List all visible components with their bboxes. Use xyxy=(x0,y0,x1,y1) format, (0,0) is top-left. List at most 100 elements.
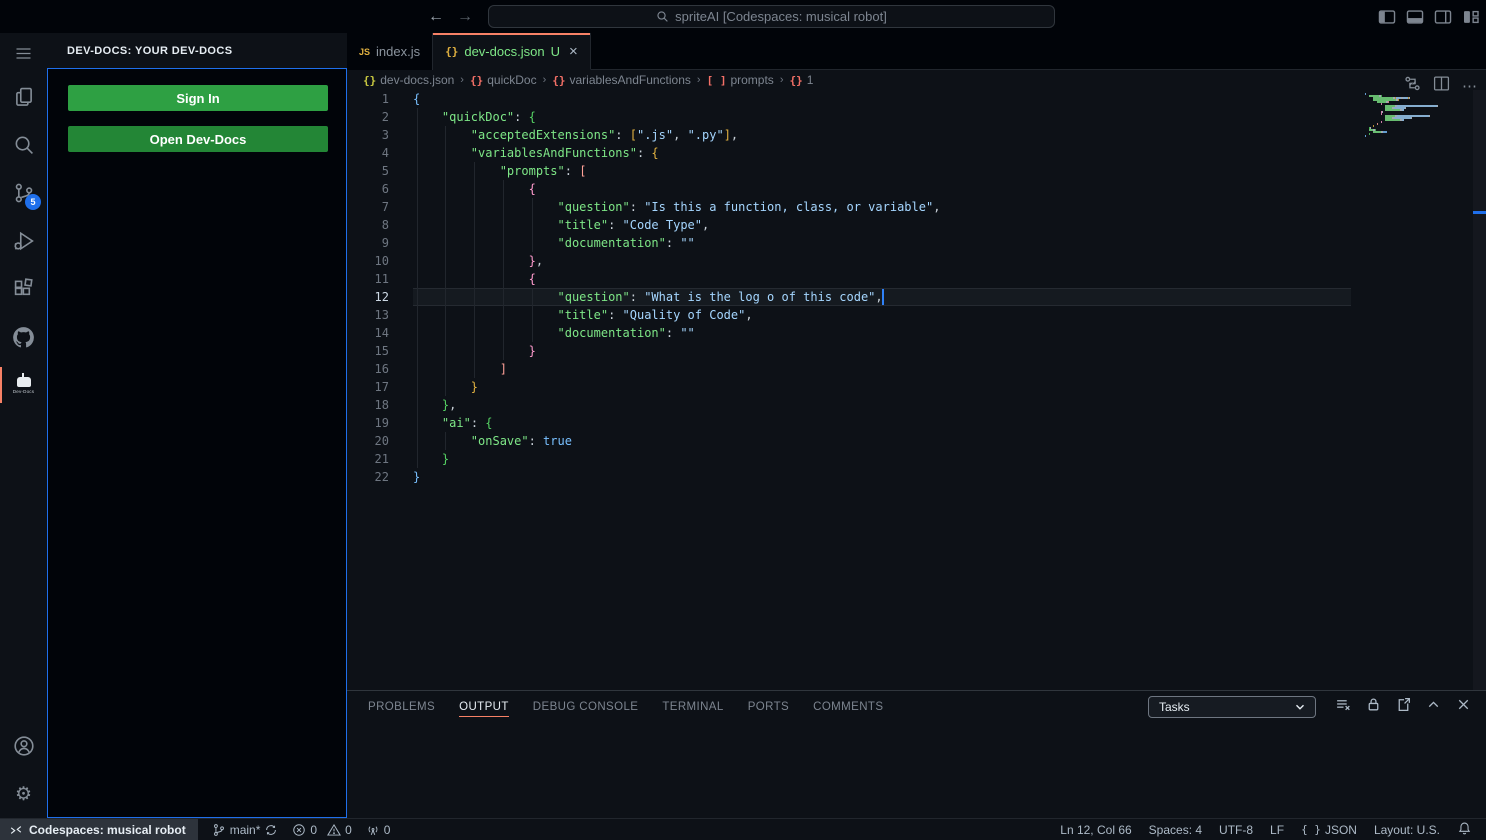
code-line-5[interactable]: 5 "prompts": [ xyxy=(347,162,1486,180)
navigate-forward-icon[interactable]: → xyxy=(457,8,473,26)
accounts-icon[interactable] xyxy=(0,722,47,770)
open-dev-docs-button[interactable]: Open Dev-Docs xyxy=(68,126,328,152)
explorer-icon[interactable] xyxy=(0,73,47,121)
lock-scroll-icon[interactable] xyxy=(1365,696,1382,718)
panel-tab-problems[interactable]: PROBLEMS xyxy=(368,698,435,716)
toggle-sidebar-icon[interactable] xyxy=(1377,9,1396,25)
line-number[interactable]: 2 xyxy=(347,108,389,126)
github-icon[interactable] xyxy=(0,313,47,361)
search-icon[interactable] xyxy=(0,121,47,169)
code-line-4[interactable]: 4 "variablesAndFunctions": { xyxy=(347,144,1486,162)
code-line-16[interactable]: 16 ] xyxy=(347,360,1486,378)
line-number[interactable]: 10 xyxy=(347,252,389,270)
ports-status[interactable]: 0 xyxy=(366,823,391,837)
notifications-bell-icon[interactable] xyxy=(1457,821,1472,839)
breadcrumb-item[interactable]: {}variablesAndFunctions xyxy=(552,73,691,87)
command-center-search[interactable]: spriteAI [Codespaces: musical robot] xyxy=(488,5,1055,28)
code-line-14[interactable]: 14 "documentation": "" xyxy=(347,324,1486,342)
dev-docs-extension-icon[interactable]: Dev-Docs xyxy=(0,361,47,409)
line-number[interactable]: 13 xyxy=(347,306,389,324)
indentation-status[interactable]: Spaces: 4 xyxy=(1149,823,1202,837)
panel-tab-comments[interactable]: COMMENTS xyxy=(813,698,883,716)
source-control-icon[interactable]: 5 xyxy=(0,169,47,217)
tab-dev-docs-json[interactable]: {} dev-docs.json U × xyxy=(433,33,591,70)
settings-gear-icon[interactable]: ⚙ xyxy=(0,770,47,818)
minimap[interactable] xyxy=(1365,93,1445,137)
code-line-7[interactable]: 7 "question": "Is this a function, class… xyxy=(347,198,1486,216)
open-output-in-editor-icon[interactable] xyxy=(1395,696,1412,718)
encoding-status[interactable]: UTF-8 xyxy=(1219,823,1253,837)
line-number[interactable]: 8 xyxy=(347,216,389,234)
breadcrumb-item[interactable]: {}quickDoc xyxy=(470,73,537,87)
line-number[interactable]: 11 xyxy=(347,270,389,288)
indent-guide xyxy=(474,216,475,234)
toggle-panel-icon[interactable] xyxy=(1405,9,1424,25)
git-branch-status[interactable]: main* xyxy=(212,823,279,837)
line-number[interactable]: 17 xyxy=(347,378,389,396)
line-number[interactable]: 4 xyxy=(347,144,389,162)
code-line-19[interactable]: 19 "ai": { xyxy=(347,414,1486,432)
code-line-17[interactable]: 17 } xyxy=(347,378,1486,396)
tab-index-js[interactable]: JS index.js xyxy=(347,33,433,70)
code-line-3[interactable]: 3 "acceptedExtensions": [".js", ".py"], xyxy=(347,126,1486,144)
code-line-8[interactable]: 8 "title": "Code Type", xyxy=(347,216,1486,234)
code-line-2[interactable]: 2 "quickDoc": { xyxy=(347,108,1486,126)
line-number[interactable]: 22 xyxy=(347,468,389,486)
cursor-position-status[interactable]: Ln 12, Col 66 xyxy=(1060,823,1131,837)
line-number[interactable]: 21 xyxy=(347,450,389,468)
customize-layout-icon[interactable] xyxy=(1461,9,1480,25)
code-line-13[interactable]: 13 "title": "Quality of Code", xyxy=(347,306,1486,324)
output-channel-select[interactable]: Tasks xyxy=(1148,696,1316,718)
code-line-9[interactable]: 9 "documentation": "" xyxy=(347,234,1486,252)
code-line-18[interactable]: 18 }, xyxy=(347,396,1486,414)
code-editor[interactable]: 1{2 "quickDoc": {3 "acceptedExtensions":… xyxy=(347,90,1486,690)
navigate-back-icon[interactable]: ← xyxy=(428,8,444,26)
code-line-11[interactable]: 11 { xyxy=(347,270,1486,288)
panel-tab-debug-console[interactable]: DEBUG CONSOLE xyxy=(533,698,639,716)
line-number[interactable]: 1 xyxy=(347,90,389,108)
code-line-12[interactable]: 12 "question": "What is the log o of thi… xyxy=(347,288,1486,306)
application-menu-icon[interactable] xyxy=(0,33,47,73)
line-number[interactable]: 7 xyxy=(347,198,389,216)
line-number[interactable]: 5 xyxy=(347,162,389,180)
toggle-secondary-sidebar-icon[interactable] xyxy=(1433,9,1452,25)
line-number[interactable]: 20 xyxy=(347,432,389,450)
indent-guide xyxy=(474,234,475,252)
problems-status[interactable]: 0 0 xyxy=(292,823,351,837)
breadcrumb-item[interactable]: [ ]prompts xyxy=(707,73,774,87)
line-number[interactable]: 9 xyxy=(347,234,389,252)
breadcrumb-item[interactable]: {}1 xyxy=(789,73,813,87)
language-mode-status[interactable]: { } JSON xyxy=(1301,823,1357,837)
line-number[interactable]: 14 xyxy=(347,324,389,342)
extensions-icon[interactable] xyxy=(0,265,47,313)
code-line-10[interactable]: 10 }, xyxy=(347,252,1486,270)
code-line-20[interactable]: 20 "onSave": true xyxy=(347,432,1486,450)
panel-tab-terminal[interactable]: TERMINAL xyxy=(662,698,723,716)
run-debug-icon[interactable] xyxy=(0,217,47,265)
code-line-22[interactable]: 22} xyxy=(347,468,1486,486)
close-tab-icon[interactable]: × xyxy=(569,44,578,59)
breadcrumb-item[interactable]: {}dev-docs.json xyxy=(363,73,454,87)
line-number[interactable]: 15 xyxy=(347,342,389,360)
maximize-panel-icon[interactable] xyxy=(1425,696,1442,718)
panel-tab-output[interactable]: OUTPUT xyxy=(459,698,509,717)
indent-guide xyxy=(445,288,446,306)
line-number[interactable]: 19 xyxy=(347,414,389,432)
line-number[interactable]: 18 xyxy=(347,396,389,414)
line-number[interactable]: 6 xyxy=(347,180,389,198)
code-line-21[interactable]: 21 } xyxy=(347,450,1486,468)
line-number[interactable]: 3 xyxy=(347,126,389,144)
eol-status[interactable]: LF xyxy=(1270,823,1284,837)
line-number[interactable]: 16 xyxy=(347,360,389,378)
code-line-6[interactable]: 6 { xyxy=(347,180,1486,198)
remote-indicator[interactable]: Codespaces: musical robot xyxy=(0,819,198,840)
panel-tab-ports[interactable]: PORTS xyxy=(748,698,789,716)
clear-output-icon[interactable] xyxy=(1335,696,1352,718)
editor-scrollbar[interactable] xyxy=(1473,90,1486,690)
line-number[interactable]: 12 xyxy=(347,288,389,306)
code-line-1[interactable]: 1{ xyxy=(347,90,1486,108)
keyboard-layout-status[interactable]: Layout: U.S. xyxy=(1374,823,1440,837)
sign-in-button[interactable]: Sign In xyxy=(68,85,328,111)
close-panel-icon[interactable] xyxy=(1455,696,1472,718)
code-line-15[interactable]: 15 } xyxy=(347,342,1486,360)
